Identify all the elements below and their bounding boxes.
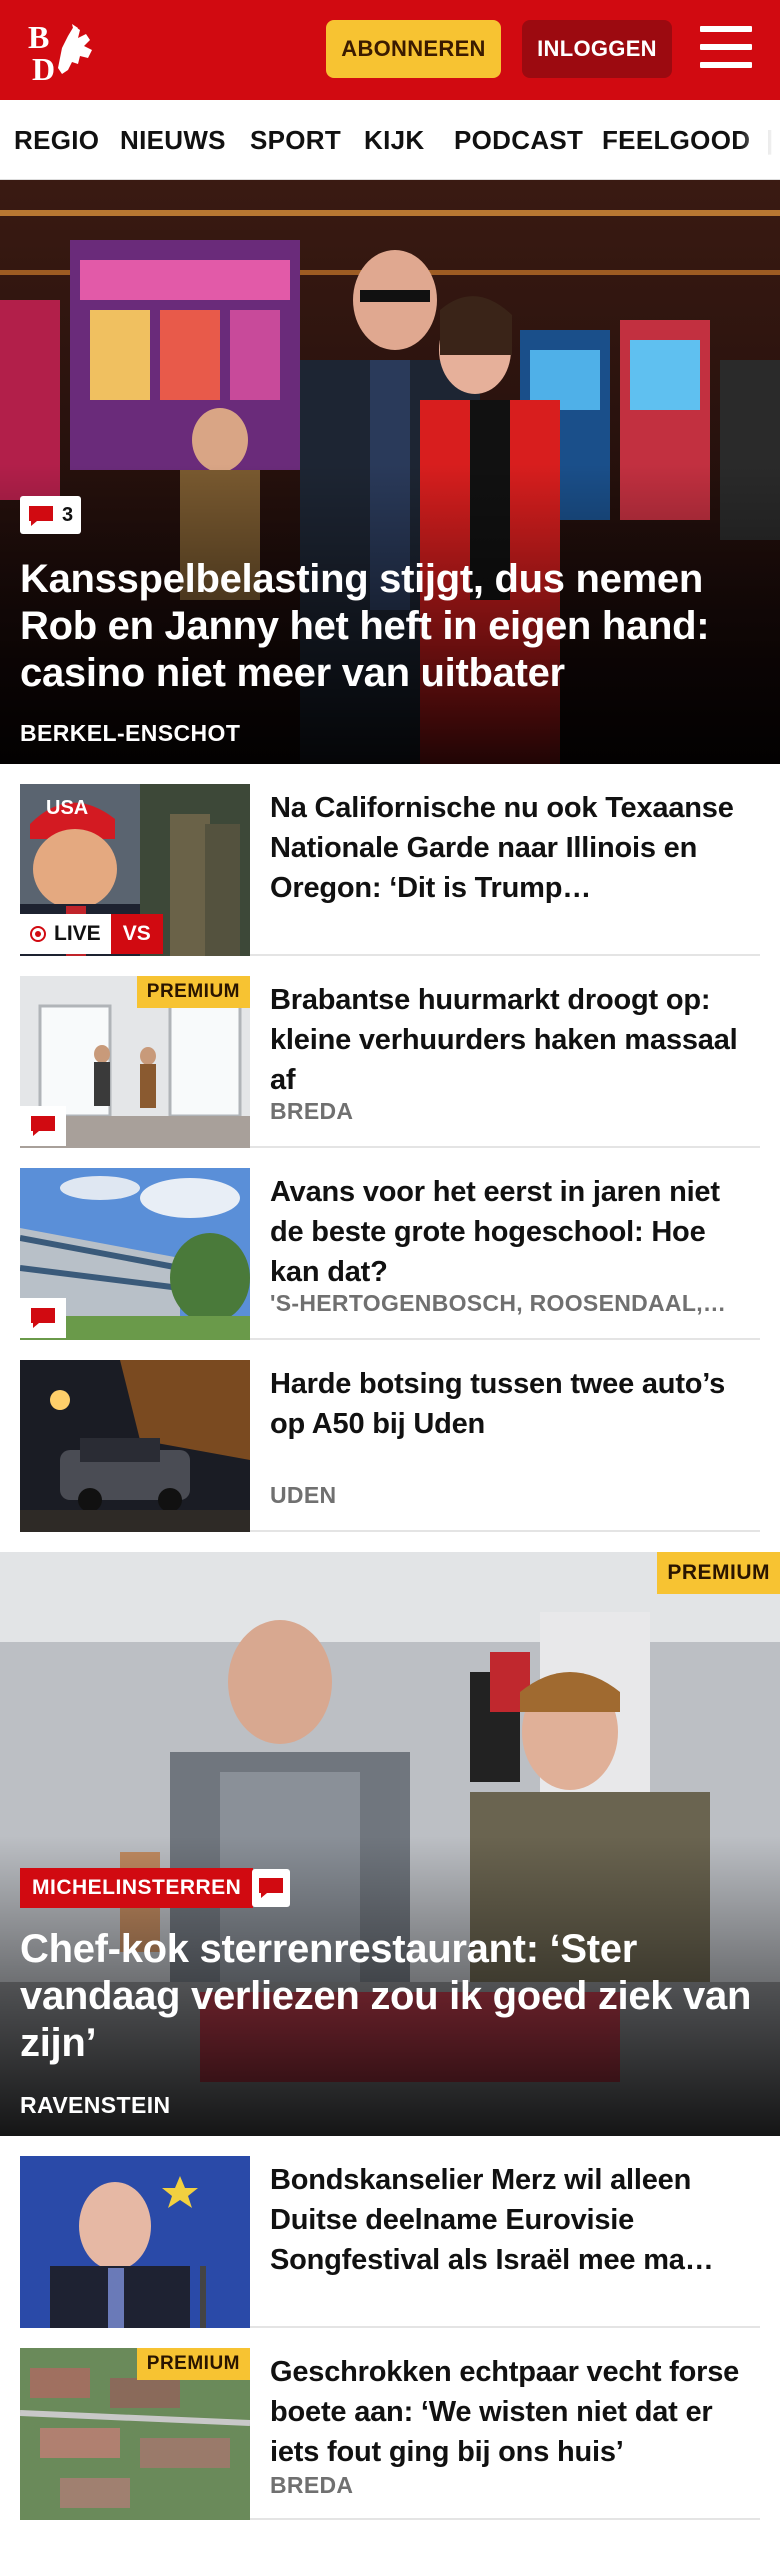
svg-text:D: D xyxy=(32,51,55,82)
item-title[interactable]: Avans voor het eerst in jaren niet de be… xyxy=(270,1172,750,1292)
login-button[interactable]: INLOGGEN xyxy=(522,20,672,78)
top-header: B D ABONNEREN INLOGGEN xyxy=(0,0,780,100)
subscribe-button[interactable]: ABONNEREN xyxy=(326,20,501,78)
list-item-huurmarkt[interactable]: PREMIUM Brabantse huurmarkt droogt op: k… xyxy=(20,976,760,1148)
item-title[interactable]: Harde botsing tussen twee auto’s op A50 … xyxy=(270,1364,750,1444)
nav-item-feelgood[interactable]: FEELGOOD xyxy=(602,100,750,179)
item-location: 'S-HERTOGENBOSCH, ROOSENDAAL,… xyxy=(270,1290,727,1316)
live-label: LIVE xyxy=(54,922,101,945)
list-item-botsing[interactable]: Harde botsing tussen twee auto’s op A50 … xyxy=(20,1360,760,1532)
nav-item-nieuws[interactable]: NIEUWS xyxy=(120,100,226,179)
live-dot-icon xyxy=(30,926,46,942)
premium-badge: PREMIUM xyxy=(136,976,250,1008)
item-location: BREDA xyxy=(270,2472,354,2498)
bd-logo[interactable]: B D xyxy=(28,18,114,87)
nav-item-podcast[interactable]: PODCAST xyxy=(454,100,583,179)
nav-item-kijk[interactable]: KIJK xyxy=(364,100,424,179)
vs-tag: VS xyxy=(110,914,163,954)
topic-tag[interactable]: MICHELINSTERREN xyxy=(20,1868,254,1908)
comment-icon xyxy=(28,505,54,526)
list-item-national-guard[interactable]: USA LIVE VS Na Californische nu ook Texa… xyxy=(20,784,760,956)
item-location: BREDA xyxy=(270,1098,354,1124)
hero-location: RAVENSTEIN xyxy=(20,2092,171,2118)
nav-fade xyxy=(740,100,780,179)
list-item-echtpaar[interactable]: PREMIUM Geschrokken echtpaar vecht forse… xyxy=(20,2348,760,2520)
nav-item-sport[interactable]: SPORT xyxy=(250,100,341,179)
item-title[interactable]: Geschrokken echtpaar vecht forse boete a… xyxy=(270,2352,750,2472)
comment-count: 3 xyxy=(62,503,74,526)
comment-icon[interactable] xyxy=(252,1869,290,1907)
thumbnail-crash xyxy=(20,1360,250,1532)
comment-icon[interactable] xyxy=(20,1106,66,1146)
item-title[interactable]: Brabantse huurmarkt droogt op: kleine ve… xyxy=(270,980,750,1100)
hero-location: BERKEL-ENSCHOT xyxy=(20,720,241,746)
item-title[interactable]: Bondskanselier Merz wil alleen Duitse de… xyxy=(270,2160,750,2280)
premium-badge: PREMIUM xyxy=(657,1552,780,1594)
list-item-merz[interactable]: Bondskanselier Merz wil alleen Duitse de… xyxy=(20,2156,760,2328)
hero-article-chef[interactable]: PREMIUM MICHELINSTERREN Chef-kok sterren… xyxy=(0,1552,780,2136)
list-item-avans[interactable]: Avans voor het eerst in jaren niet de be… xyxy=(20,1168,760,1340)
comment-count-badge[interactable]: 3 xyxy=(20,496,82,534)
item-location: UDEN xyxy=(270,1482,337,1508)
hamburger-menu-icon[interactable] xyxy=(700,24,752,70)
live-badge: LIVE VS xyxy=(20,914,163,954)
hero-title[interactable]: Chef-kok sterrenrestaurant: ‘Ster vandaa… xyxy=(20,1926,760,2067)
comment-icon[interactable] xyxy=(20,1298,66,1338)
section-nav: REGIO NIEUWS SPORT KIJK PODCAST FEELGOOD… xyxy=(0,100,780,180)
svg-text:B: B xyxy=(28,19,49,55)
premium-badge: PREMIUM xyxy=(136,2348,250,2380)
hero-title[interactable]: Kansspelbelasting stijgt, dus nemen Rob … xyxy=(20,556,760,697)
hero-article-casino[interactable]: 3 Kansspelbelasting stijgt, dus nemen Ro… xyxy=(0,180,780,764)
cap-text: USA xyxy=(46,797,88,819)
nav-item-regio[interactable]: REGIO xyxy=(14,100,99,179)
thumbnail-merz xyxy=(20,2156,250,2328)
item-title[interactable]: Na Californische nu ook Texaanse Nationa… xyxy=(270,788,750,908)
